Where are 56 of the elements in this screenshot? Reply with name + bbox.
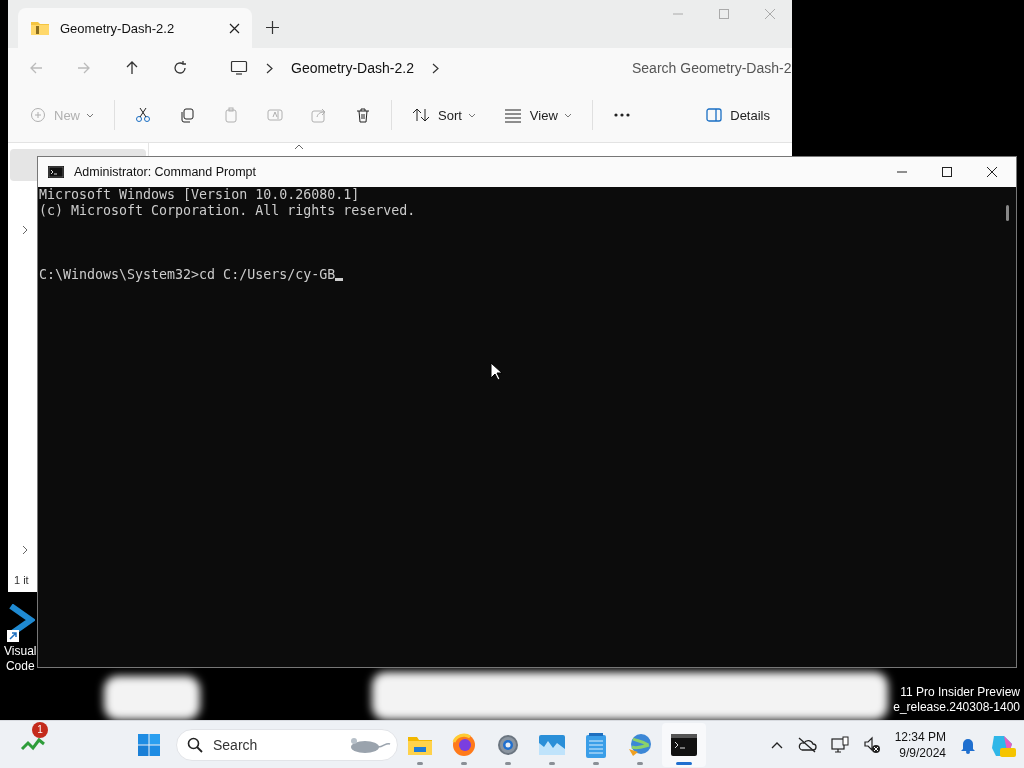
view-button[interactable]: View (491, 101, 584, 129)
code-editor-icon[interactable] (5, 604, 36, 644)
caret-icon (86, 112, 94, 118)
rename-icon (267, 107, 283, 123)
copy-icon (179, 107, 195, 123)
desktop-icon-label[interactable]: Visual (4, 644, 37, 659)
refresh-icon[interactable] (172, 60, 188, 76)
window-title: Administrator: Command Prompt (74, 165, 256, 179)
start-icon[interactable] (138, 733, 160, 756)
console-icon (48, 166, 64, 178)
breadcrumb-item[interactable]: Geometry-Dash-2.2 (291, 60, 414, 76)
status-text: 1 it (14, 574, 29, 586)
computer-icon[interactable] (230, 60, 248, 76)
console-line: Microsoft Windows [Version 10.0.26080.1] (39, 187, 361, 203)
cloud-off-icon[interactable] (796, 736, 817, 753)
text-cursor (335, 278, 344, 281)
chevron-icon[interactable] (266, 62, 273, 74)
trash-icon (355, 107, 371, 123)
search-icon (187, 736, 203, 753)
details-pane-icon (706, 108, 723, 122)
zip-folder-icon (30, 20, 50, 36)
console-line: (c) Microsoft Corporation. All rights reserved. (39, 203, 417, 219)
up-icon[interactable] (124, 60, 140, 76)
plus-circle-icon (30, 107, 46, 123)
notification-badge: 1 (32, 721, 48, 738)
maximize-icon[interactable] (941, 166, 953, 178)
list-icon (503, 107, 522, 123)
sort-icon (412, 107, 430, 123)
expand-chevron-icon[interactable] (22, 545, 28, 555)
watermark-text: e_release.240308-1400 (893, 700, 1020, 715)
chevron-up-icon[interactable] (770, 740, 783, 749)
close-icon[interactable] (986, 166, 998, 178)
mouse-pointer-icon (490, 362, 502, 381)
clipboard-icon (223, 107, 239, 123)
network-icon[interactable] (830, 735, 849, 754)
console-line: C:\Windows\System32>cd C:/Users/cy-GB (39, 267, 336, 282)
sort-button[interactable]: Sort (400, 101, 488, 129)
new-tab-icon[interactable] (266, 21, 279, 34)
search-field[interactable]: Search Geometry-Dash-2 (620, 60, 792, 76)
terminal-icon[interactable] (662, 722, 706, 767)
speaker-muted-icon[interactable] (862, 735, 881, 754)
scrollbar-thumb[interactable] (1006, 205, 1009, 221)
watermark-text: 11 Pro Insider Preview (900, 685, 1020, 700)
sort-caret-icon (294, 144, 304, 150)
search-field[interactable]: Search (176, 728, 398, 761)
close-tab-icon[interactable] (229, 22, 240, 34)
explorer-tab[interactable]: Geometry-Dash-2.2 (18, 8, 252, 48)
chevron-icon[interactable] (431, 62, 439, 74)
caret-icon (467, 112, 476, 118)
share-icon (311, 107, 327, 123)
details-button[interactable]: Details (694, 101, 782, 129)
scissors-icon (135, 107, 151, 123)
caret-icon (563, 112, 572, 118)
expand-chevron-icon[interactable] (22, 225, 28, 235)
desktop-icon-label[interactable]: Code (5, 659, 35, 674)
clock[interactable]: 12:34 PM 9/9/2024 (894, 728, 946, 761)
